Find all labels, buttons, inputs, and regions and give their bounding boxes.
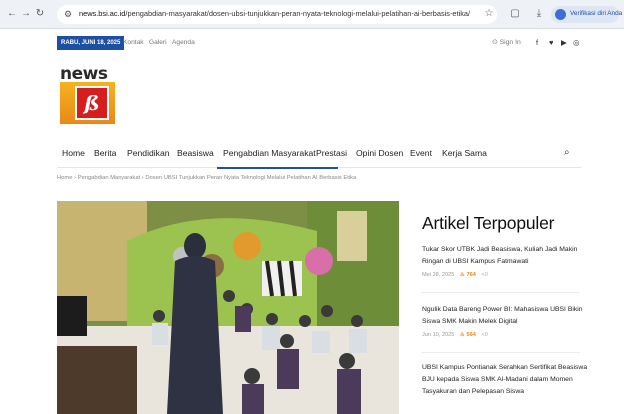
- nav-item-berita[interactable]: Berita: [94, 148, 116, 158]
- nav-item-pendidikan[interactable]: Pendidikan: [127, 148, 170, 158]
- download-icon[interactable]: ⤓: [532, 7, 546, 21]
- logo-word: news: [60, 64, 108, 84]
- nav-item-event[interactable]: Event: [410, 148, 432, 158]
- forward-icon[interactable]: →: [20, 8, 32, 20]
- site-info-icon[interactable]: ⚙: [64, 9, 75, 20]
- nav-item-beasiswa[interactable]: Beasiswa: [177, 148, 214, 158]
- site-logo[interactable]: news ß: [60, 64, 115, 124]
- top-link-kontak[interactable]: Kontak: [123, 39, 144, 46]
- fire-icon: ♨: [459, 272, 465, 278]
- address-url: news.bsi.ac.id/pengabdian-masyarakat/dos…: [79, 9, 471, 18]
- popular-article[interactable]: Ngulik Data Bareng Power BI: Mahasiswa U…: [422, 304, 592, 338]
- article-divider: [422, 292, 580, 293]
- user-icon: [555, 9, 566, 20]
- nav-active-indicator: [217, 167, 338, 169]
- nav-item-kerja-sama[interactable]: Kerja Sama: [442, 148, 487, 158]
- breadcrumb-home[interactable]: Home: [57, 175, 72, 181]
- address-bar[interactable]: ⚙ news.bsi.ac.id/pengabdian-masyarakat/d…: [57, 5, 497, 24]
- top-link-agenda[interactable]: Agenda: [172, 39, 195, 46]
- breadcrumb: Home › Pengabdian Masyarakat › Dosen UBS…: [57, 175, 356, 181]
- browser-toolbar: ← → ↻ ⚙ news.bsi.ac.id/pengabdian-masyar…: [0, 0, 624, 29]
- facebook-icon[interactable]: f: [536, 38, 538, 47]
- view-count: ♨ 564: [460, 332, 476, 338]
- profile-label: Verifikasi diri Anda: [570, 10, 623, 17]
- youtube-icon[interactable]: ▶: [561, 38, 567, 47]
- reload-icon[interactable]: ↻: [34, 8, 46, 20]
- view-count-value: 764: [466, 272, 476, 278]
- popular-article-title[interactable]: Tukar Skor UTBK Jadi Beasiswa, Kuliah Ja…: [422, 244, 592, 268]
- breadcrumb-current: Dosen UBSI Tunjukkan Peran Nyata Teknolo…: [145, 175, 357, 181]
- article-divider: [422, 352, 580, 353]
- user-icon: ⊙: [492, 39, 498, 46]
- article-hero-image: [57, 201, 399, 414]
- share-count: <0: [481, 332, 487, 338]
- view-count: ♨ 764: [460, 272, 476, 278]
- article-date: Jun 10, 2025: [422, 332, 455, 338]
- twitter-icon[interactable]: ♥: [549, 38, 553, 47]
- breadcrumb-category[interactable]: Pengabdian Masyarakat: [78, 175, 141, 181]
- nav-item-home[interactable]: Home: [62, 148, 85, 158]
- profile-button[interactable]: Verifikasi diri Anda: [551, 6, 623, 23]
- logo-box: ß: [60, 82, 115, 124]
- nav-item-prestasi[interactable]: Prestasi: [316, 148, 347, 158]
- article-date: Mei 28, 2025: [422, 272, 455, 278]
- top-link-galeri[interactable]: Galeri: [149, 39, 167, 46]
- popular-article[interactable]: UBSI Kampus Pontianak Serahkan Sertifika…: [422, 362, 592, 398]
- share-count-value: 0: [484, 272, 488, 278]
- popular-article-title[interactable]: Ngulik Data Bareng Power BI: Mahasiswa U…: [422, 304, 592, 328]
- fire-icon: ♨: [459, 332, 465, 338]
- share-count-value: 0: [484, 332, 488, 338]
- nav-item-opini-dosen[interactable]: Opini Dosen: [356, 148, 403, 158]
- main-nav: Home Berita Pendidikan Beasiswa Pengabdi…: [57, 141, 581, 169]
- popular-article-meta: Jun 10, 2025 ♨ 564 <0: [422, 332, 592, 338]
- signin-link[interactable]: ⊙ Sign In: [492, 38, 521, 46]
- share-count: <0: [481, 272, 487, 278]
- signin-label: Sign In: [499, 39, 521, 46]
- sidebar-title: Artikel Terpopuler: [422, 213, 555, 233]
- nav-item-pengabdian-masyarakat[interactable]: Pengabdian Masyarakat: [223, 148, 316, 158]
- popular-article-meta: Mei 28, 2025 ♨ 764 <0: [422, 272, 592, 278]
- view-count-value: 564: [466, 332, 476, 338]
- star-icon[interactable]: ☆: [482, 7, 496, 21]
- search-icon[interactable]: ⌕: [564, 147, 570, 158]
- date-badge: RABU, JUNI 18, 2025: [57, 36, 125, 50]
- classroom-photo: [57, 201, 399, 414]
- top-bar: RABU, JUNI 18, 2025 Kontak Galeri Agenda…: [57, 36, 581, 50]
- logo-mark: ß: [75, 86, 109, 120]
- popular-article[interactable]: Tukar Skor UTBK Jadi Beasiswa, Kuliah Ja…: [422, 244, 592, 278]
- popular-article-title[interactable]: UBSI Kampus Pontianak Serahkan Sertifika…: [422, 362, 592, 398]
- back-icon[interactable]: ←: [6, 8, 18, 20]
- extensions-icon[interactable]: ▢: [508, 7, 522, 21]
- instagram-icon[interactable]: ◎: [573, 38, 580, 47]
